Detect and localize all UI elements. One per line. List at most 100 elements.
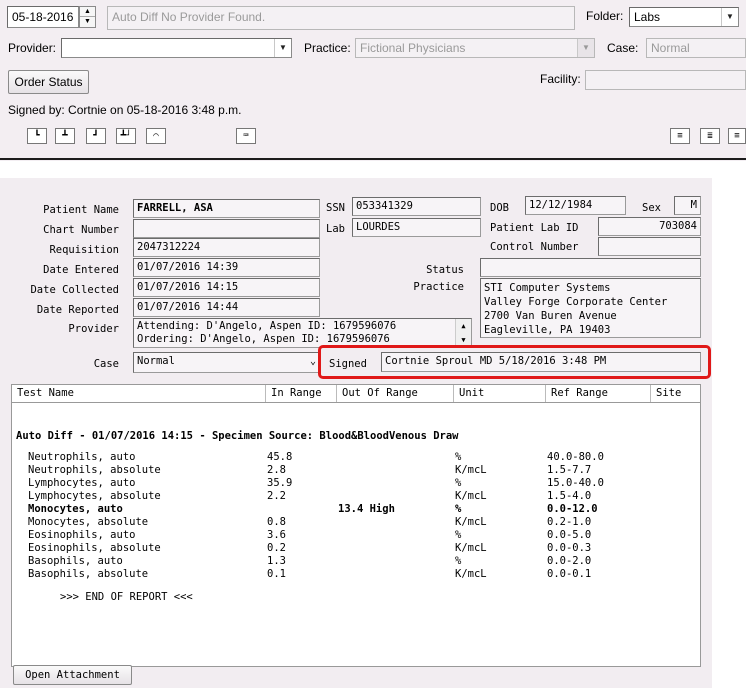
cell-in-range: 0.8 <box>267 516 286 528</box>
cell-unit: % <box>455 503 462 515</box>
open-attachment-button[interactable]: Open Attachment <box>13 665 132 685</box>
chevron-down-icon: ▼ <box>577 39 594 57</box>
col-unit[interactable]: Unit <box>454 385 546 402</box>
cell-out-of-range: 13.4 High <box>338 503 395 515</box>
align-right-icon[interactable]: ≡ <box>728 128 746 144</box>
ssn-label: SSN <box>326 202 345 214</box>
table-row: Monocytes, absolute 0.8 K/mcL 0.2-1.0 <box>12 516 700 529</box>
keyboard-icon[interactable]: ⌨ <box>236 128 256 144</box>
lab-report: Patient Name Chart Number Requisition Da… <box>0 178 712 688</box>
practice-value: STI Computer Systems Valley Forge Corpor… <box>480 278 701 338</box>
facility-label: Facility: <box>540 72 581 86</box>
align-left-icon[interactable]: ≡ <box>670 128 690 144</box>
cell-in-range: 1.3 <box>267 555 286 567</box>
cell-unit: K/mcL <box>455 490 487 502</box>
format-right-icon[interactable]: ┛ <box>86 128 106 144</box>
cell-in-range: 2.2 <box>267 490 286 502</box>
cell-unit: % <box>455 555 462 567</box>
cell-in-range: 0.2 <box>267 542 286 554</box>
order-status-button[interactable]: Order Status <box>8 70 89 94</box>
practice-select: Fictional Physicians ▼ <box>355 38 595 58</box>
provider-select[interactable]: ▼ <box>61 38 292 58</box>
chevron-down-icon[interactable]: ⌄ <box>310 353 316 370</box>
date-field[interactable]: 05-18-2016 <box>7 6 79 28</box>
patient-lab-id-value: 703084 <box>598 217 701 236</box>
case-select[interactable]: Normal ⌄ <box>133 352 320 373</box>
cell-ref-range: 15.0-40.0 <box>547 477 604 489</box>
cell-test-name: Lymphocytes, auto <box>28 477 136 489</box>
requisition-value: 2047312224 <box>133 238 320 257</box>
cell-test-name: Neutrophils, auto <box>28 451 136 463</box>
lab-value: LOURDES <box>352 218 481 237</box>
cell-ref-range: 1.5-4.0 <box>547 490 592 502</box>
table-row: Lymphocytes, absolute 2.2 K/mcL 1.5-4.0 <box>12 490 700 503</box>
cell-in-range: 2.8 <box>267 464 286 476</box>
col-ref-range[interactable]: Ref Range <box>546 385 651 402</box>
col-site[interactable]: Site <box>651 385 701 402</box>
signed-by-text: Signed by: Cortnie on 05-18-2016 3:48 p.… <box>8 103 242 117</box>
align-center-icon[interactable]: ≣ <box>700 128 720 144</box>
case-label: Case: <box>607 41 639 55</box>
date-reported-label: Date Reported <box>36 304 119 316</box>
table-row: Neutrophils, auto 45.8% 40.0-80.0 <box>12 451 700 464</box>
cell-ref-range: 1.5-7.7 <box>547 464 592 476</box>
cell-unit: % <box>455 529 462 541</box>
table-row: Monocytes, auto 13.4 High% 0.0-12.0 <box>12 503 700 516</box>
date-spinner[interactable]: ▲ ▼ <box>79 6 96 28</box>
status-label: Status <box>426 264 464 276</box>
cell-ref-range: 0.2-1.0 <box>547 516 592 528</box>
sex-value: M <box>674 196 701 215</box>
requisition-label: Requisition <box>49 244 119 256</box>
patient-lab-id-label: Patient Lab ID <box>490 222 579 234</box>
chevron-down-icon[interactable]: ▼ <box>274 39 291 57</box>
date-reported-value: 01/07/2016 14:44 <box>133 298 320 317</box>
cell-test-name: Eosinophils, absolute <box>28 542 161 554</box>
message-field: Auto Diff No Provider Found. <box>107 6 575 30</box>
patient-name-value: FARRELL, ASA <box>133 199 320 218</box>
format-bottom-icon[interactable]: ┻ <box>55 128 75 144</box>
patient-name-label: Patient Name <box>43 204 119 216</box>
chevron-down-icon[interactable]: ▼ <box>721 8 738 26</box>
cell-unit: K/mcL <box>455 568 487 580</box>
cell-test-name: Monocytes, absolute <box>28 516 149 528</box>
provider-value: Attending: D'Angelo, Aspen ID: 167959607… <box>133 318 472 348</box>
date-entered-value: 01/07/2016 14:39 <box>133 258 320 277</box>
practice-label: Practice <box>413 281 464 293</box>
table-row: Neutrophils, absolute 2.8 K/mcL 1.5-7.7 <box>12 464 700 477</box>
practice-label: Practice: <box>304 41 351 55</box>
provider-label: Provider: <box>8 41 57 55</box>
cell-in-range: 0.1 <box>267 568 286 580</box>
dob-label: DOB <box>490 202 509 214</box>
format-left-icon[interactable]: ┗ <box>27 128 47 144</box>
date-entered-label: Date Entered <box>43 264 119 276</box>
cell-ref-range: 0.0-0.1 <box>547 568 592 580</box>
col-test-name[interactable]: Test Name <box>12 385 266 402</box>
status-value <box>480 258 701 277</box>
folder-select[interactable]: Labs ▼ <box>629 7 739 27</box>
control-number-label: Control Number <box>490 241 579 253</box>
divider <box>0 158 746 160</box>
table-row: Basophils, absolute 0.1 K/mcL 0.0-0.1 <box>12 568 700 581</box>
scroll-up-icon[interactable]: ▲ <box>456 319 471 333</box>
cell-test-name: Basophils, auto <box>28 555 123 567</box>
format-corner-icon[interactable]: ┻┘ <box>116 128 136 144</box>
date-collected-label: Date Collected <box>30 284 119 296</box>
table-row: Basophils, auto 1.3% 0.0-2.0 <box>12 555 700 568</box>
format-wave-icon[interactable]: ⌒ <box>146 128 166 144</box>
col-out-of-range[interactable]: Out Of Range <box>337 385 454 402</box>
cell-in-range: 3.6 <box>267 529 286 541</box>
col-in-range[interactable]: In Range <box>266 385 337 402</box>
date-collected-value: 01/07/2016 14:15 <box>133 278 320 297</box>
cell-unit: % <box>455 451 462 463</box>
cell-unit: K/mcL <box>455 516 487 528</box>
provider-scrollbar[interactable]: ▲ ▼ <box>455 319 471 347</box>
section-title: Auto Diff - 01/07/2016 14:15 - Specimen … <box>16 430 459 442</box>
spin-down-icon[interactable]: ▼ <box>80 17 95 27</box>
cell-test-name: Eosinophils, auto <box>28 529 136 541</box>
cell-in-range: 45.8 <box>267 451 293 463</box>
cell-in-range: 35.9 <box>267 477 293 489</box>
sex-label: Sex <box>642 202 661 214</box>
results-header: Test Name In Range Out Of Range Unit Ref… <box>12 385 700 403</box>
table-row: Eosinophils, absolute 0.2 K/mcL 0.0-0.3 <box>12 542 700 555</box>
spin-up-icon[interactable]: ▲ <box>80 7 95 17</box>
